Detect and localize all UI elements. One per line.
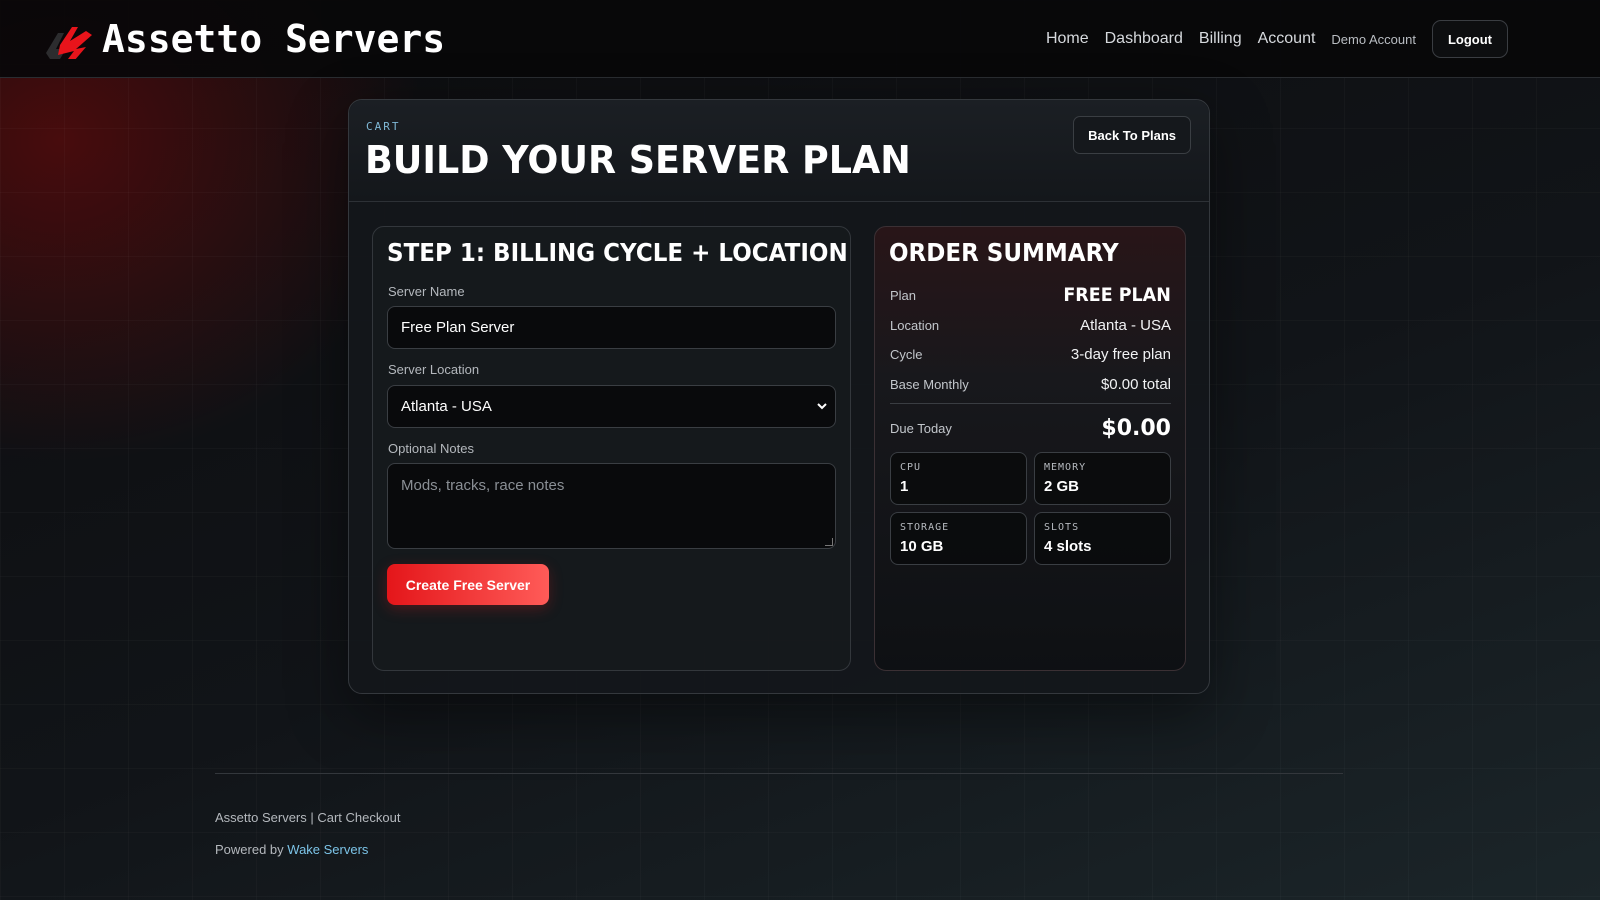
server-name-input[interactable]: Free Plan Server bbox=[387, 306, 836, 349]
spec-label: CPU bbox=[900, 462, 922, 473]
footer-site-text: Assetto Servers | Cart Checkout bbox=[215, 810, 401, 825]
brand-name: Assetto Servers bbox=[102, 17, 446, 61]
spec-value: 4 slots bbox=[1044, 538, 1092, 555]
spec-card-storage: STORAGE 10 GB bbox=[890, 512, 1027, 565]
spec-label: SLOTS bbox=[1044, 522, 1080, 533]
top-navigation-bar: Assetto Servers Home Dashboard Billing A… bbox=[0, 0, 1600, 78]
summary-label: Base Monthly bbox=[890, 376, 969, 392]
footer-powered-by: Powered by Wake Servers bbox=[215, 842, 368, 857]
cart-card: CART BUILD YOUR SERVER PLAN Back To Plan… bbox=[348, 99, 1210, 694]
server-location-label: Server Location bbox=[388, 362, 480, 377]
footer-divider bbox=[215, 773, 1343, 774]
cart-card-header: CART BUILD YOUR SERVER PLAN Back To Plan… bbox=[349, 100, 1209, 202]
logo-icon bbox=[46, 27, 92, 59]
summary-cycle-value: 3-day free plan bbox=[1070, 345, 1171, 363]
summary-divider bbox=[890, 403, 1171, 404]
summary-row-location: Location Atlanta - USA bbox=[890, 314, 1171, 336]
server-location-value: Atlanta - USA bbox=[401, 398, 492, 415]
spec-card-slots: SLOTS 4 slots bbox=[1034, 512, 1171, 565]
spec-card-memory: MEMORY 2 GB bbox=[1034, 452, 1171, 505]
wake-servers-link[interactable]: Wake Servers bbox=[287, 842, 368, 857]
spec-label: STORAGE bbox=[900, 522, 950, 533]
back-to-plans-button[interactable]: Back To Plans bbox=[1073, 116, 1191, 154]
summary-label: Cycle bbox=[890, 346, 923, 362]
order-summary-title: ORDER SUMMARY bbox=[889, 238, 1119, 267]
due-today-value: $0.00 bbox=[1101, 415, 1171, 441]
powered-by-label: Powered by bbox=[215, 842, 284, 857]
summary-base-monthly-value: $0.00 total bbox=[1100, 375, 1171, 393]
create-free-server-button[interactable]: Create Free Server bbox=[387, 564, 549, 605]
summary-label: Plan bbox=[890, 287, 917, 303]
summary-label: Location bbox=[890, 317, 940, 333]
nav-dashboard-link[interactable]: Dashboard bbox=[1105, 30, 1183, 48]
resize-handle-icon[interactable] bbox=[825, 538, 833, 546]
nav-home-link[interactable]: Home bbox=[1046, 30, 1089, 48]
chevron-down-icon bbox=[817, 403, 827, 410]
summary-location-value: Atlanta - USA bbox=[1080, 316, 1171, 334]
summary-row-due-today: Due Today $0.00 bbox=[890, 413, 1171, 443]
due-today-label: Due Today bbox=[890, 420, 952, 436]
eyebrow-label: CART bbox=[366, 120, 401, 133]
spec-card-cpu: CPU 1 bbox=[890, 452, 1027, 505]
logout-button[interactable]: Logout bbox=[1431, 20, 1508, 58]
page-title: BUILD YOUR SERVER PLAN bbox=[365, 138, 911, 182]
summary-row-cycle: Cycle 3-day free plan bbox=[890, 343, 1171, 365]
summary-plan-value: FREE PLAN bbox=[1063, 284, 1171, 306]
spec-value: 10 GB bbox=[900, 538, 944, 555]
spec-value: 2 GB bbox=[1044, 478, 1080, 495]
server-location-select[interactable]: Atlanta - USA bbox=[387, 385, 836, 428]
nav-billing-link[interactable]: Billing bbox=[1199, 30, 1242, 48]
main-nav: Home Dashboard Billing Account Demo Acco… bbox=[1030, 20, 1508, 58]
nav-account-link[interactable]: Account bbox=[1258, 30, 1316, 48]
account-name: Demo Account bbox=[1331, 31, 1416, 47]
spec-label: MEMORY bbox=[1044, 462, 1087, 473]
optional-notes-textarea[interactable]: Mods, tracks, race notes bbox=[387, 463, 836, 549]
step-1-title: STEP 1: BILLING CYCLE + LOCATION bbox=[387, 238, 848, 267]
server-name-label: Server Name bbox=[388, 284, 465, 299]
notes-placeholder: Mods, tracks, race notes bbox=[401, 477, 565, 494]
step-1-panel: STEP 1: BILLING CYCLE + LOCATION Server … bbox=[372, 226, 851, 671]
brand[interactable]: Assetto Servers bbox=[46, 14, 445, 64]
optional-notes-label: Optional Notes bbox=[388, 441, 474, 456]
order-summary-panel: ORDER SUMMARY Plan FREE PLAN Location At… bbox=[874, 226, 1186, 671]
summary-row-base-monthly: Base Monthly $0.00 total bbox=[890, 373, 1171, 395]
spec-value: 1 bbox=[900, 478, 909, 495]
summary-row-plan: Plan FREE PLAN bbox=[890, 284, 1171, 306]
